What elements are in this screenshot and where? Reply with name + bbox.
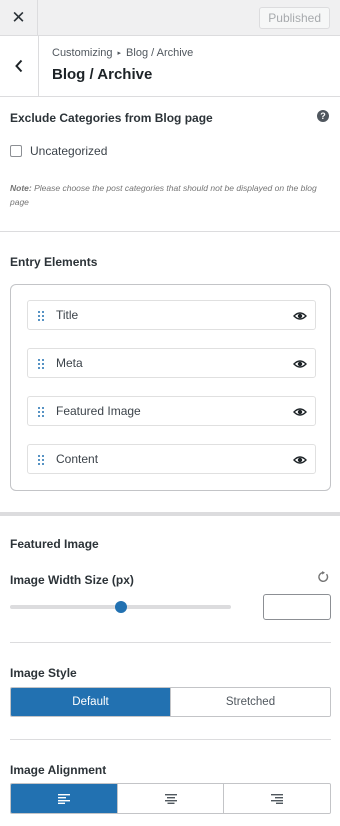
eye-icon[interactable] [293,455,307,465]
drag-handle-icon[interactable] [38,455,44,465]
entry-item-label: Featured Image [56,404,141,418]
entry-item-featured-image[interactable]: Featured Image [27,396,316,426]
drag-handle-icon[interactable] [38,311,44,321]
reset-icon[interactable] [317,571,329,583]
align-center-icon [164,793,177,804]
section-divider [0,231,340,232]
uncategorized-label: Uncategorized [30,144,108,158]
align-right-icon [271,793,284,804]
entry-item-meta[interactable]: Meta [27,348,316,378]
eye-icon[interactable] [293,359,307,369]
entry-elements-list: Title Meta Featured Image Content [10,284,331,491]
published-button[interactable]: Published [259,7,330,29]
style-stretched-button[interactable]: Stretched [170,688,330,716]
section-separator [0,512,340,516]
page-title: Blog / Archive [52,66,153,83]
exclude-categories-title: Exclude Categories from Blog page [10,111,213,125]
entry-item-label: Meta [56,356,83,370]
drag-handle-icon[interactable] [38,407,44,417]
customizer-topbar: ✕ Published [0,0,340,36]
help-icon[interactable]: ? [317,110,329,122]
section-divider [10,739,331,740]
eye-icon[interactable] [293,407,307,417]
entry-elements-title: Entry Elements [10,255,98,269]
note-text: Please choose the post categories that s… [10,183,317,207]
entry-item-title[interactable]: Title [27,300,316,330]
drag-handle-icon[interactable] [38,359,44,369]
style-default-button[interactable]: Default [11,688,170,716]
section-divider [10,642,331,643]
image-alignment-label: Image Alignment [10,763,107,777]
align-right-button[interactable] [223,784,330,813]
controls-panel: Exclude Categories from Blog page ? Unca… [0,97,340,826]
breadcrumb: Customizing ▸ Blog / Archive [52,47,193,59]
entry-item-label: Title [56,308,79,322]
breadcrumb-current: Blog / Archive [126,47,194,59]
uncategorized-checkbox[interactable] [10,145,22,157]
featured-image-title: Featured Image [10,537,99,551]
align-center-button[interactable] [116,784,224,813]
chevron-left-icon [15,59,23,73]
close-button[interactable]: ✕ [0,0,38,36]
image-alignment-toggle [10,783,331,814]
breadcrumb-separator-icon: ▸ [117,50,122,57]
image-width-input[interactable] [263,594,331,620]
align-left-icon [57,793,70,804]
entry-item-content[interactable]: Content [27,444,316,474]
image-style-label: Image Style [10,666,77,680]
align-left-button[interactable] [11,784,117,813]
image-style-toggle: Default Stretched [10,687,331,717]
image-width-label: Image Width Size (px) [10,573,134,587]
slider-thumb[interactable] [114,601,127,613]
note-prefix: Note: [10,183,32,193]
breadcrumb-root: Customizing [52,47,113,59]
close-icon: ✕ [11,8,26,27]
entry-item-label: Content [56,452,99,466]
section-header: Customizing ▸ Blog / Archive Blog / Archiv… [0,36,340,97]
exclude-note: Note: Please choose the post categories … [10,181,330,209]
eye-icon[interactable] [293,311,307,321]
back-button[interactable] [0,36,39,96]
